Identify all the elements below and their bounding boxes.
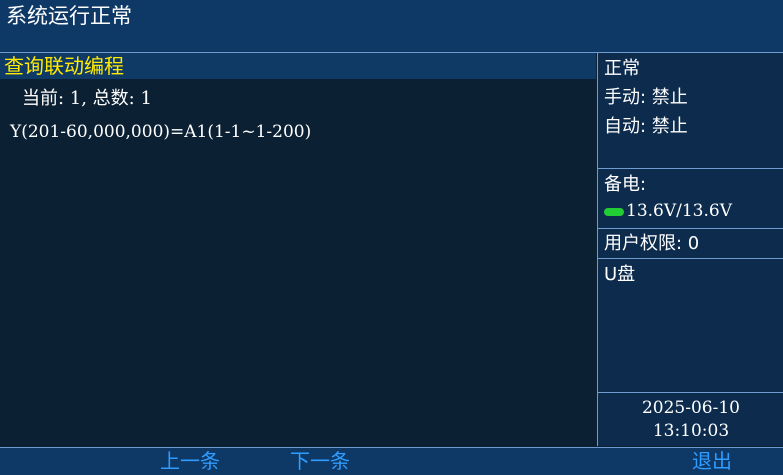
section-header: 查询联动编程	[0, 53, 596, 79]
backup-power-box: 备电: 13.6V/13.6V	[598, 169, 783, 229]
prev-button[interactable]: 上一条	[160, 448, 220, 475]
title-bar: 系统运行正常	[0, 0, 783, 53]
main-panel: 查询联动编程 当前: 1, 总数: 1 Y(201-60,000,000)=A1…	[0, 53, 596, 446]
record-summary: 当前: 1, 总数: 1	[22, 88, 152, 109]
user-permission: 用户权限: 0	[604, 233, 700, 254]
backup-voltage: 13.6V/13.6V	[626, 201, 732, 221]
run-status-box: 正常 手动: 禁止 自动: 禁止	[598, 53, 783, 169]
footer-bar: 上一条 下一条 退出	[0, 447, 783, 475]
backup-power-label: 备电:	[604, 174, 647, 195]
usb-label: U盘	[604, 264, 636, 285]
linkage-program-line: Y(201-60,000,000)=A1(1-1~1-200)	[10, 122, 312, 142]
permission-box: 用户权限: 0	[598, 229, 783, 259]
date-text: 2025-06-10	[641, 398, 740, 418]
time-text: 13:10:03	[652, 421, 730, 441]
exit-button[interactable]: 退出	[692, 448, 732, 475]
datetime-box: 2025-06-10 13:10:03	[598, 393, 783, 446]
panel-screen: 系统运行正常 查询联动编程 当前: 1, 总数: 1 Y(201-60,000,…	[0, 0, 783, 475]
manual-status: 手动: 禁止	[604, 87, 688, 108]
status-normal: 正常	[604, 58, 640, 79]
status-sidebar: 正常 手动: 禁止 自动: 禁止 备电: 13.6V/13.6V 用户权限: 0…	[597, 53, 783, 446]
battery-icon	[604, 208, 624, 216]
usb-box: U盘	[598, 259, 783, 393]
next-button[interactable]: 下一条	[290, 448, 350, 475]
system-status-title: 系统运行正常	[6, 4, 132, 28]
auto-status: 自动: 禁止	[604, 116, 688, 137]
section-title: 查询联动编程	[4, 54, 124, 78]
